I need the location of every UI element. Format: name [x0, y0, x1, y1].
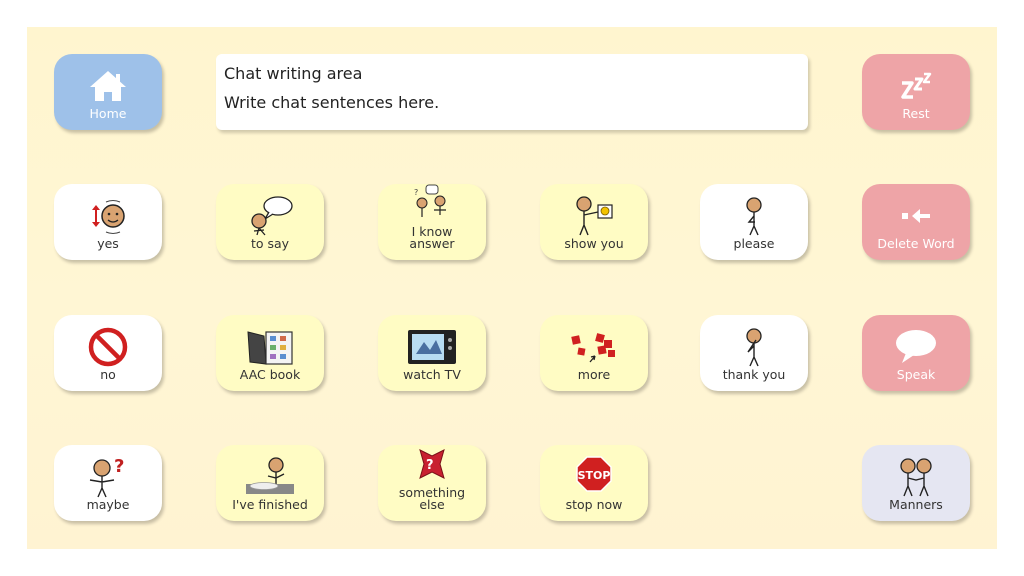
speech-bubble-icon	[888, 326, 944, 368]
cell-something-else-label: something else	[398, 485, 466, 512]
cell-maybe-label: maybe	[86, 497, 130, 512]
cell-stop-now[interactable]: STOP stop now	[540, 445, 648, 521]
finished-plate-icon	[242, 456, 298, 498]
rest-label: Rest	[902, 106, 930, 121]
person-showing-picture-icon	[566, 195, 622, 237]
cell-yes[interactable]: yes	[54, 184, 162, 260]
delete-arrow-icon	[888, 195, 944, 237]
rest-button[interactable]: Rest	[862, 54, 970, 130]
chat-writing-area[interactable]: Chat writing area Write chat sentences h…	[216, 54, 808, 130]
stop-sign-text: STOP	[578, 469, 611, 482]
delete-word-button[interactable]: Delete Word	[862, 184, 970, 260]
speak-button[interactable]: Speak	[862, 315, 970, 391]
cell-aac-book[interactable]: AAC book	[216, 315, 324, 391]
speak-label: Speak	[896, 367, 936, 382]
two-people-question-icon: ?	[404, 183, 460, 225]
cell-please-label: please	[733, 236, 775, 251]
cell-stop-now-label: stop now	[565, 497, 623, 512]
cell-watch-tv[interactable]: watch TV	[378, 315, 486, 391]
delete-word-label: Delete Word	[877, 236, 955, 251]
please-gesture-icon	[726, 195, 782, 237]
home-icon	[80, 65, 136, 107]
stop-sign-icon: STOP	[566, 456, 622, 498]
cell-aac-book-label: AAC book	[239, 367, 301, 382]
cell-ive-finished-label: I've finished	[232, 497, 308, 512]
cell-i-know-answer-label: I know answer	[409, 224, 455, 251]
cell-no[interactable]: no	[54, 315, 162, 391]
two-people-icon	[888, 456, 944, 498]
cell-thank-you[interactable]: thank you	[700, 315, 808, 391]
more-squares-icon	[566, 326, 622, 368]
cell-more-label: more	[577, 367, 611, 382]
cell-i-know-answer[interactable]: ? I know answer	[378, 184, 486, 260]
cell-to-say-label: to say	[250, 236, 290, 251]
cell-thank-you-label: thank you	[722, 367, 786, 382]
chat-hint: Write chat sentences here.	[224, 93, 440, 112]
cell-ive-finished[interactable]: I've finished	[216, 445, 324, 521]
svg-text:?: ?	[114, 456, 124, 477]
cell-something-else[interactable]: ? something else	[378, 445, 486, 521]
cell-maybe[interactable]: ? maybe	[54, 445, 162, 521]
cell-more[interactable]: more	[540, 315, 648, 391]
no-symbol-icon	[80, 326, 136, 368]
tv-icon	[404, 326, 460, 368]
question-parcel-icon: ?	[404, 444, 460, 486]
nodding-face-icon	[80, 195, 136, 237]
chat-title: Chat writing area	[224, 64, 363, 83]
shrugging-person-icon: ?	[80, 456, 136, 498]
book-icon	[242, 326, 298, 368]
cell-yes-label: yes	[97, 236, 119, 251]
thank-you-gesture-icon	[726, 326, 782, 368]
cell-no-label: no	[100, 367, 116, 382]
speech-bubble-person-icon	[242, 195, 298, 237]
svg-text:?: ?	[414, 188, 418, 197]
manners-button[interactable]: Manners	[862, 445, 970, 521]
cell-show-you-label: show you	[564, 236, 624, 251]
cell-show-you[interactable]: show you	[540, 184, 648, 260]
home-label: Home	[89, 106, 127, 121]
home-button[interactable]: Home	[54, 54, 162, 130]
sleep-zzz-icon	[888, 65, 944, 107]
svg-text:?: ?	[426, 458, 434, 473]
cell-please[interactable]: please	[700, 184, 808, 260]
cell-watch-tv-label: watch TV	[403, 367, 461, 382]
cell-to-say[interactable]: to say	[216, 184, 324, 260]
manners-label: Manners	[889, 497, 943, 512]
